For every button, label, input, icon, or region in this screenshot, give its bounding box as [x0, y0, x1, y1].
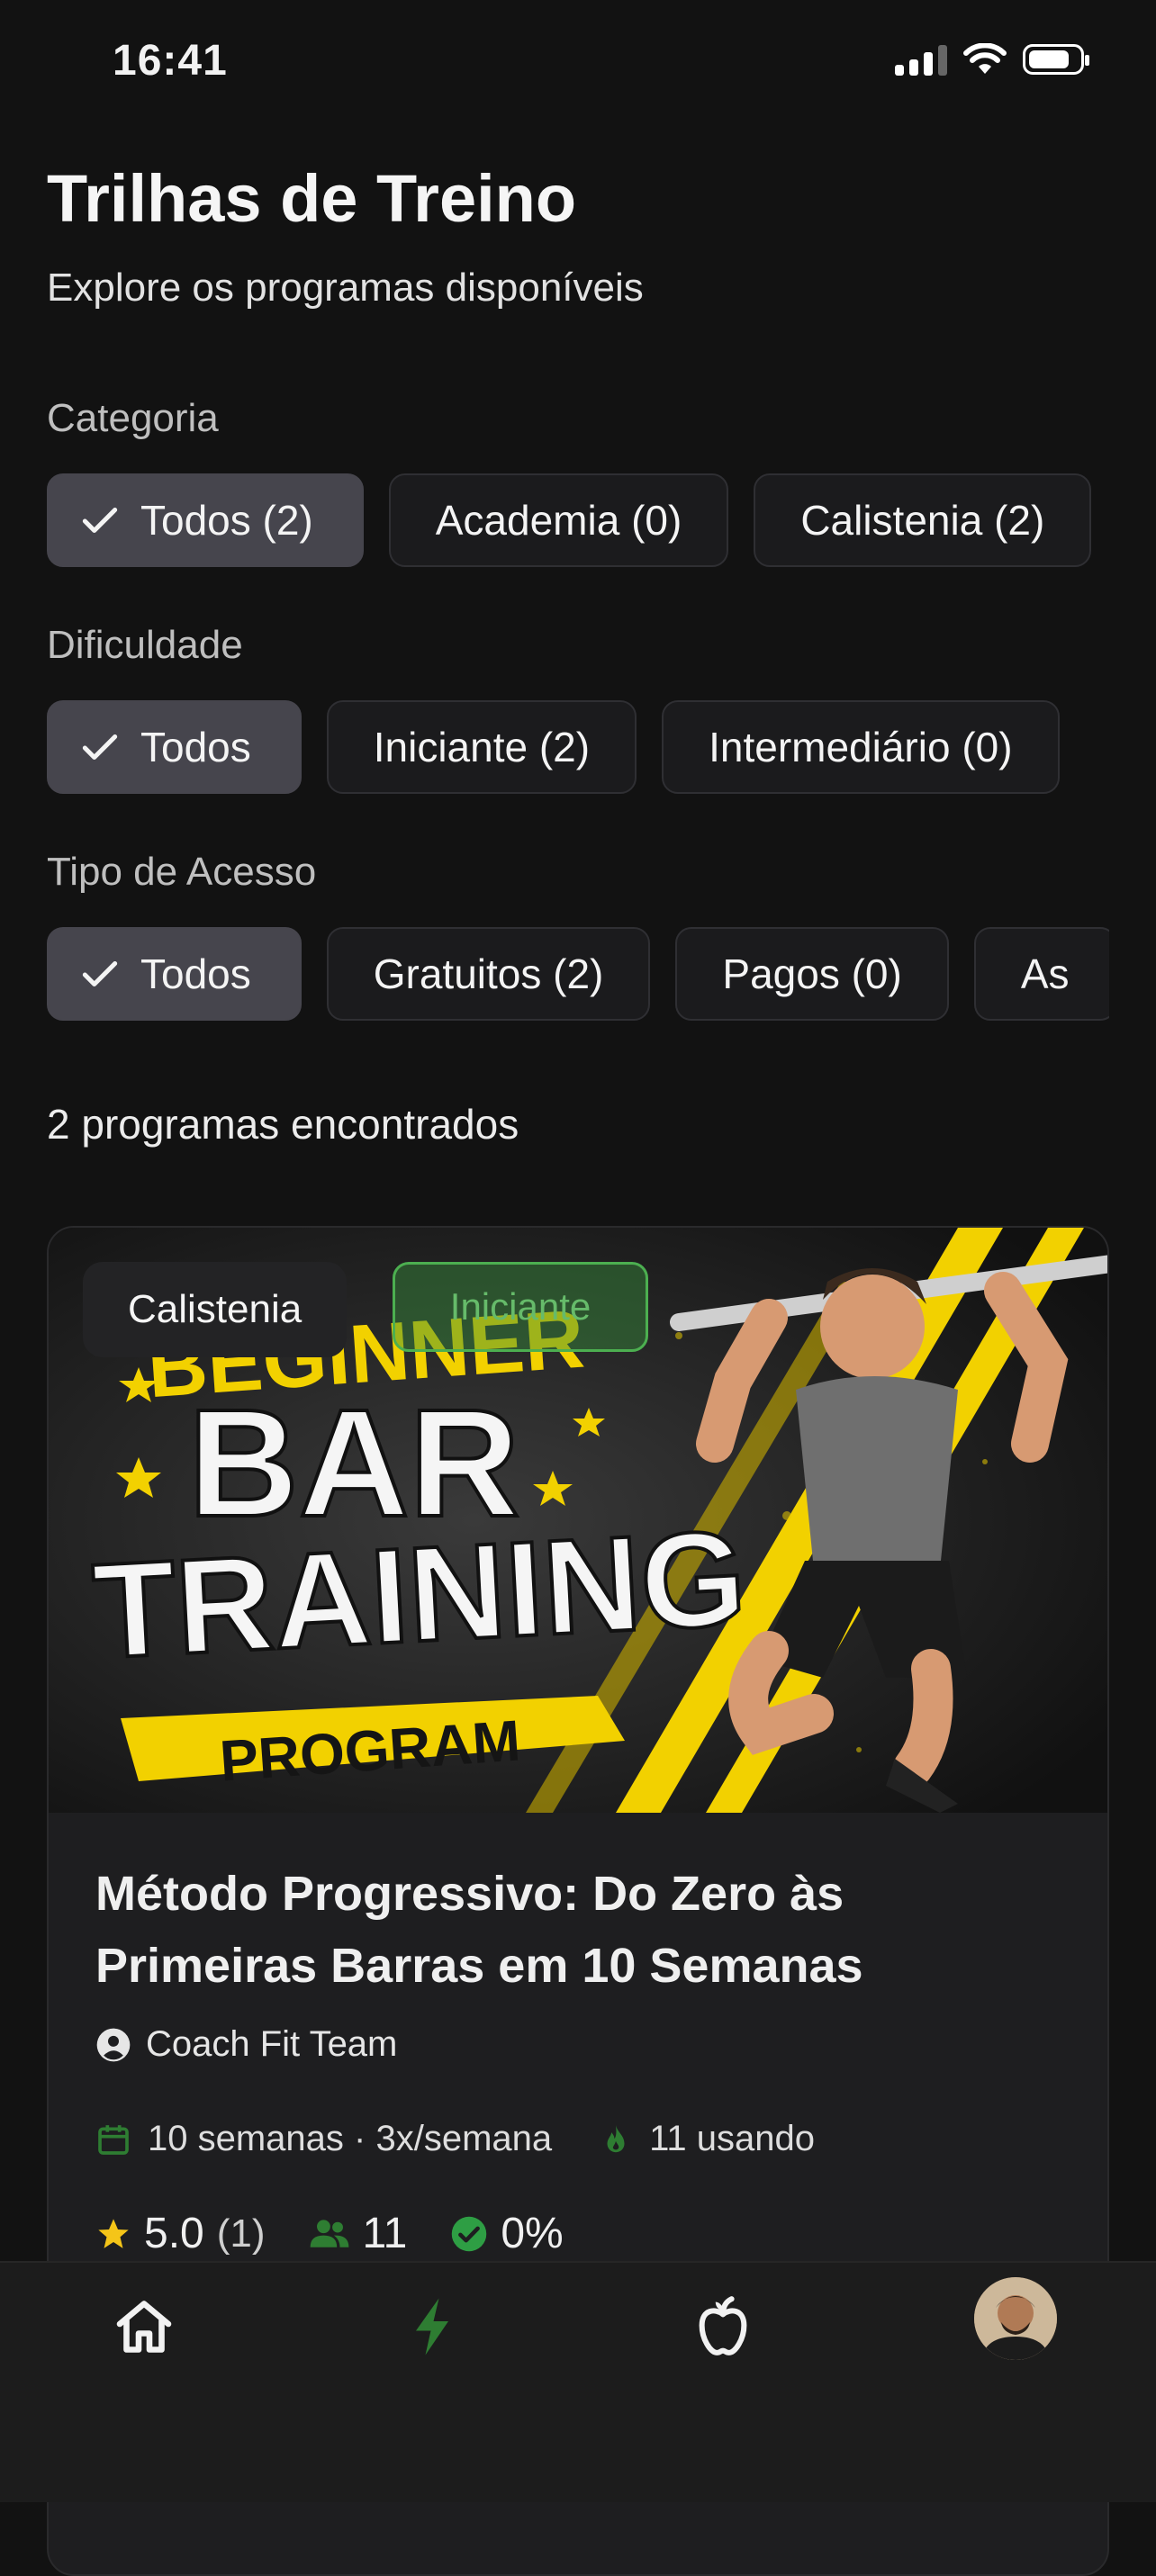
chip-label: Iniciante (2)	[373, 724, 591, 770]
chip-label: Gratuitos (2)	[373, 950, 604, 997]
chip-label: As	[1020, 950, 1070, 997]
avatar	[974, 2277, 1057, 2360]
check-icon	[82, 961, 118, 986]
program-meta-row: 10 semanas · 3x/semana 11 usando	[95, 2119, 815, 2159]
filter-chip-acesso-gratuitos[interactable]: Gratuitos (2)	[326, 927, 651, 1021]
categoria-filter-row[interactable]: Todos (2) Academia (0) Calistenia (2)	[47, 473, 1109, 571]
level-badge: Iniciante	[393, 1262, 648, 1352]
flame-icon	[607, 2124, 625, 2152]
wifi-icon	[963, 43, 1007, 74]
check-circle-icon	[452, 2216, 487, 2251]
coach-row: Coach Fit Team	[95, 2024, 397, 2065]
apple-icon	[699, 2296, 747, 2355]
filter-chip-dificuldade-intermediario[interactable]: Intermediário (0)	[662, 700, 1060, 794]
rating-item: 5.0 (1)	[95, 2209, 266, 2258]
program-banner-image: BEGINNER BAR TRAINING PROGRAM Calistenia…	[49, 1228, 1107, 1813]
user-circle-icon	[96, 2028, 131, 2061]
chip-label: Todos	[140, 724, 251, 770]
program-stats-row: 5.0 (1) 11 0%	[95, 2209, 564, 2258]
completion-item: 0%	[450, 2209, 564, 2258]
check-icon	[82, 508, 118, 533]
dificuldade-filter-row[interactable]: Todos Iniciante (2) Intermediário (0)	[47, 700, 1109, 797]
star-icon	[98, 2218, 129, 2248]
rating-count: (1)	[216, 2211, 266, 2256]
dificuldade-label: Dificuldade	[47, 623, 243, 667]
filter-chip-acesso-pagos[interactable]: Pagos (0)	[675, 927, 949, 1021]
tab-profile-avatar[interactable]	[974, 2277, 1057, 2360]
status-time: 16:41	[113, 37, 228, 85]
calendar-icon	[98, 2124, 129, 2155]
acesso-filter-row[interactable]: Todos Gratuitos (2) Pagos (0) As	[47, 927, 1109, 1024]
filter-chip-acesso-todos[interactable]: Todos	[47, 927, 302, 1021]
chip-label: Intermediário (0)	[709, 724, 1013, 770]
completion-value: 0%	[501, 2210, 564, 2257]
tab-home[interactable]	[104, 2286, 185, 2367]
enrolled-count: 11	[362, 2210, 408, 2257]
filter-chip-dificuldade-iniciante[interactable]: Iniciante (2)	[326, 700, 637, 794]
enrolled-item: 11	[309, 2209, 408, 2258]
active-users-item: 11 usando	[599, 2119, 815, 2159]
duration-item: 10 semanas · 3x/semana	[95, 2119, 552, 2159]
chip-label: Pagos (0)	[722, 950, 902, 997]
filter-chip-categoria-todos[interactable]: Todos (2)	[47, 473, 364, 567]
categoria-label: Categoria	[47, 396, 219, 440]
page-title: Trilhas de Treino	[47, 161, 577, 236]
rating-value: 5.0	[144, 2210, 204, 2257]
chip-label: Todos	[140, 950, 251, 997]
category-badge: Calistenia	[83, 1262, 348, 1357]
active-users-text: 11 usando	[649, 2119, 815, 2158]
filter-chip-categoria-academia[interactable]: Academia (0)	[388, 473, 729, 567]
check-icon	[82, 734, 118, 760]
cellular-signal-icon	[895, 43, 947, 76]
battery-icon	[1023, 44, 1089, 75]
chip-label: Calistenia (2)	[800, 497, 1045, 544]
tab-nutrition[interactable]	[682, 2286, 763, 2367]
program-title: Método Progressivo: Do Zero às Primeiras…	[95, 1867, 863, 1993]
acesso-label: Tipo de Acesso	[47, 850, 317, 894]
duration-text: 10 semanas · 3x/semana	[148, 2119, 553, 2158]
results-count: 2 programas encontrados	[47, 1101, 519, 1148]
chip-label: Todos (2)	[140, 497, 313, 544]
filter-chip-categoria-calistenia[interactable]: Calistenia (2)	[754, 473, 1092, 567]
coach-name: Coach Fit Team	[146, 2024, 398, 2064]
users-icon	[310, 2219, 348, 2247]
tab-workouts[interactable]	[392, 2286, 473, 2367]
chip-label: Academia (0)	[435, 497, 682, 544]
bolt-icon	[416, 2298, 448, 2355]
filter-chip-acesso-assinatura[interactable]: As	[973, 927, 1109, 1021]
page-subtitle: Explore os programas disponíveis	[47, 266, 644, 310]
status-icons	[895, 43, 1089, 76]
home-icon	[116, 2301, 172, 2353]
filter-chip-dificuldade-todos[interactable]: Todos	[47, 700, 302, 794]
